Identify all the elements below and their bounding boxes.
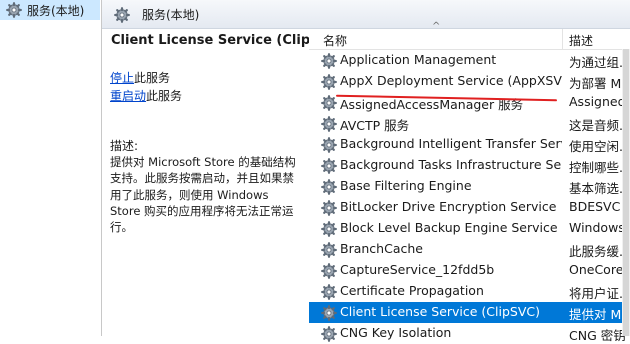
sort-ascending-icon: ^	[432, 21, 441, 32]
description-line: 支持。此服务按需启动，并且如果禁	[110, 171, 294, 186]
pane-header-title: 服务(本地)	[142, 8, 200, 22]
service-name: BitLocker Drive Encryption Service	[340, 199, 557, 214]
description-line: Store 购买的应用程序将无法正常运	[110, 203, 294, 218]
service-name: Block Level Backup Engine Service	[340, 220, 558, 235]
service-row[interactable]: BranchCache 此服务缓...	[309, 239, 630, 260]
service-name: Certificate Propagation	[340, 283, 484, 298]
gear-icon	[321, 137, 337, 153]
service-description: 这是音频...	[569, 118, 625, 133]
service-name: Background Intelligent Transfer Servi...	[340, 136, 562, 151]
service-name: AppX Deployment Service (AppXSVC)	[340, 73, 562, 88]
service-description: OneCore ...	[569, 262, 625, 277]
service-row[interactable]: BitLocker Drive Encryption Service BDESVC…	[309, 197, 630, 218]
restart-action: 重启动此服务	[110, 87, 182, 104]
gear-icon	[321, 179, 337, 195]
tree-item-label: 服务(本地)	[27, 3, 85, 18]
service-row[interactable]: Background Intelligent Transfer Servi...…	[309, 134, 630, 155]
service-name: CNG Key Isolation	[340, 325, 452, 340]
service-name: Background Tasks Infrastructure Servi...	[340, 157, 562, 172]
service-name: Base Filtering Engine	[340, 178, 472, 193]
gear-icon	[114, 7, 130, 23]
vertical-scrollbar[interactable]	[622, 49, 630, 336]
description-line: 行。	[110, 220, 133, 235]
column-header-name[interactable]: 名称	[323, 32, 347, 49]
description-line: 用了此服务，则使用 Windows	[110, 187, 269, 202]
column-divider[interactable]	[562, 29, 563, 49]
service-description: 控制哪些...	[569, 160, 625, 175]
service-description: BDESVC ...	[569, 199, 625, 214]
gear-icon	[321, 200, 337, 216]
gear-icon	[321, 263, 337, 279]
service-row[interactable]: Application Management 为通过组...	[309, 50, 630, 71]
column-header-description[interactable]: 描述	[569, 32, 593, 49]
gear-icon	[321, 326, 337, 342]
gear-icon	[321, 221, 337, 237]
service-row[interactable]: Base Filtering Engine 基本筛选...	[309, 176, 630, 197]
service-row[interactable]: AppX Deployment Service (AppXSVC) 为部署 M..…	[309, 71, 630, 92]
gear-icon	[321, 74, 337, 90]
service-row[interactable]: Client License Service (ClipSVC) 提供对 Mi..…	[309, 302, 630, 323]
gear-icon	[6, 2, 22, 18]
service-row[interactable]: AVCTP 服务 这是音频...	[309, 113, 630, 134]
description-label: 描述:	[110, 139, 139, 153]
service-description: 为通过组...	[569, 55, 625, 70]
description-line: 提供对 Microsoft Store 的基础结构	[110, 155, 296, 169]
scrollbar-thumb[interactable]	[623, 49, 629, 336]
service-description: 使用空闲...	[569, 139, 625, 154]
restart-service-link[interactable]: 重启动	[110, 89, 146, 103]
service-name: CaptureService_12fdd5b	[340, 262, 495, 277]
service-name: Client License Service (ClipSVC)	[340, 304, 541, 319]
column-header-row: ^ 名称 描述	[309, 21, 630, 50]
service-name: AVCTP 服务	[340, 118, 410, 133]
service-description: Windows ...	[569, 220, 625, 235]
service-name: Application Management	[340, 52, 497, 67]
gear-icon	[321, 158, 337, 174]
gear-icon	[321, 305, 337, 321]
service-row[interactable]: CNG Key Isolation CNG 密钥...	[309, 323, 630, 344]
description-text: 提供对 Microsoft Store 的基础结构 支持。此服务按需启动，并且如…	[110, 154, 310, 235]
gear-icon	[321, 242, 337, 258]
stop-action: 停止此服务	[110, 69, 170, 86]
gear-icon	[321, 116, 337, 132]
service-row[interactable]: Certificate Propagation 将用户证...	[309, 281, 630, 302]
service-description: 为部署 M...	[569, 76, 625, 91]
service-description: Assigned...	[569, 94, 625, 109]
service-row[interactable]: Block Level Backup Engine Service Windows…	[309, 218, 630, 239]
restart-suffix: 此服务	[146, 89, 183, 103]
gear-icon	[321, 95, 337, 111]
service-row[interactable]: CaptureService_12fdd5b OneCore ...	[309, 260, 630, 281]
service-row[interactable]: Background Tasks Infrastructure Servi...…	[309, 155, 630, 176]
service-description: CNG 密钥...	[569, 328, 625, 343]
service-description: 此服务缓...	[569, 244, 625, 259]
gear-icon	[321, 53, 337, 69]
service-description: 将用户证...	[569, 286, 625, 301]
service-name: BranchCache	[340, 241, 423, 256]
stop-suffix: 此服务	[134, 71, 171, 85]
stop-service-link[interactable]: 停止	[110, 71, 134, 85]
service-description: 提供对 Mi...	[569, 307, 625, 322]
service-details-panel: Client License Service (ClipSVC) 停止此服务 重…	[102, 29, 345, 336]
gear-icon	[321, 284, 337, 300]
pane-header: 服务(本地)	[102, 0, 630, 29]
tree-item-services-local[interactable]: 服务(本地)	[0, 0, 100, 20]
console-tree: 服务(本地)	[0, 0, 102, 336]
service-description: 基本筛选...	[569, 181, 625, 196]
services-list: ^ 名称 描述 Application Management 为通过组... App…	[309, 21, 630, 343]
